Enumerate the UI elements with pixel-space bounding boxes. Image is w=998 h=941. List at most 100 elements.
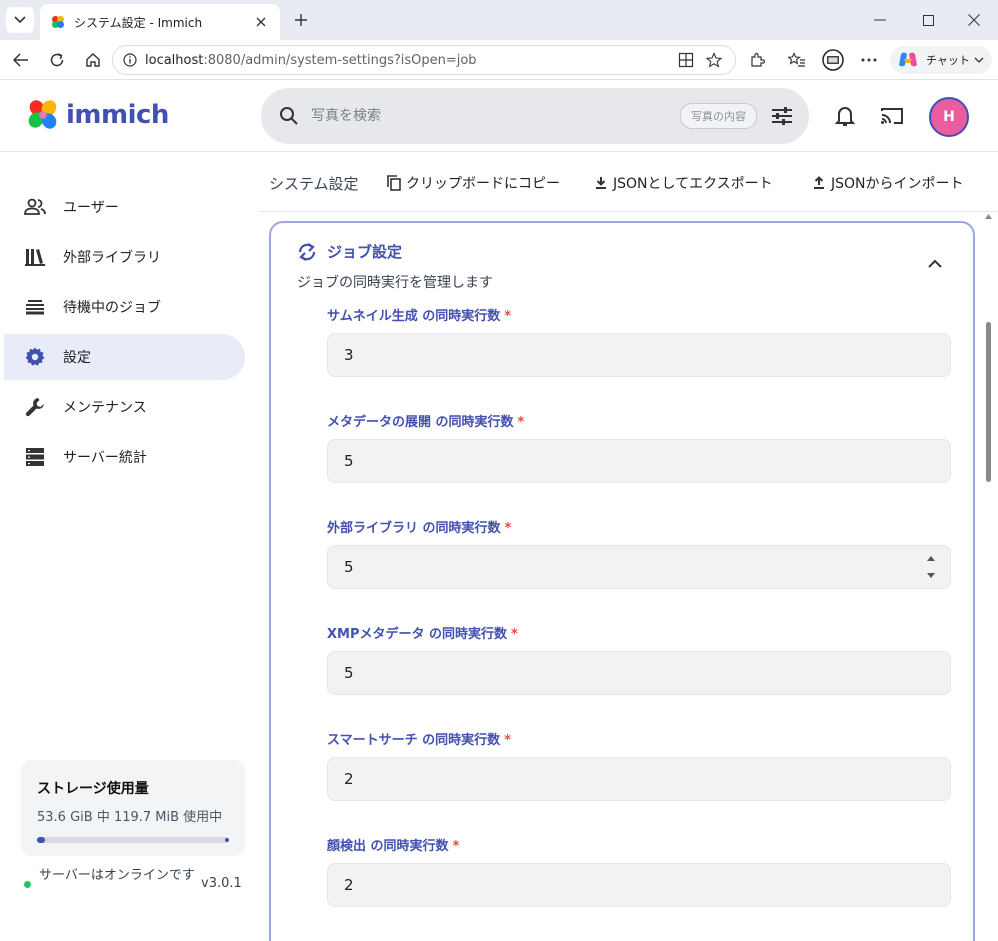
face-detection-concurrency-input[interactable]: 2 bbox=[327, 863, 951, 907]
import-label: JSONからインポート bbox=[831, 176, 964, 192]
copilot-icon bbox=[899, 52, 917, 67]
cast-icon[interactable] bbox=[878, 102, 906, 130]
export-label: JSONとしてエクスポート bbox=[613, 176, 773, 192]
chevron-down-icon bbox=[14, 16, 26, 24]
accordion-title: ジョブ設定 bbox=[327, 243, 403, 261]
xmp-concurrency-input[interactable]: 5 bbox=[327, 651, 951, 695]
sidebar-item-label: 外部ライブラリ bbox=[63, 250, 161, 266]
reload-icon bbox=[50, 53, 64, 67]
maximize-button[interactable] bbox=[908, 6, 948, 34]
browser-tab-bar: システム設定 - Immich bbox=[0, 0, 998, 40]
search-bar[interactable]: 写真の内容 bbox=[261, 88, 809, 144]
info-icon[interactable] bbox=[123, 53, 137, 67]
extensions-icon[interactable] bbox=[744, 48, 770, 72]
url-text: localhost:8080/admin/system-settings?isO… bbox=[145, 52, 477, 68]
xmp-concurrency-field: XMPメタデータ の同時実行数 * 5 bbox=[327, 623, 951, 695]
sidebar-item-label: 待機中のジョブ bbox=[63, 300, 161, 316]
face-detection-concurrency-field: 顔検出 の同時実行数 * 2 bbox=[327, 835, 951, 907]
content-scrollbar[interactable] bbox=[984, 212, 992, 941]
sidebar-item-label: メンテナンス bbox=[63, 400, 147, 416]
import-json-button[interactable]: JSONからインポート bbox=[811, 173, 964, 193]
user-avatar[interactable]: H bbox=[929, 97, 969, 137]
close-tab-icon[interactable] bbox=[252, 13, 270, 31]
scrollbar-thumb[interactable] bbox=[986, 322, 991, 482]
copilot-chat-button[interactable]: チャット bbox=[890, 46, 992, 74]
copy-label: クリップボードにコピー bbox=[406, 176, 560, 192]
back-button[interactable] bbox=[8, 48, 34, 72]
sidebar-item-label: ユーザー bbox=[63, 200, 119, 216]
storage-bar-end-dot bbox=[225, 838, 229, 842]
accordion-subtitle: ジョブの同時実行を管理します bbox=[297, 275, 493, 291]
browser-address-bar: localhost:8080/admin/system-settings?isO… bbox=[0, 40, 998, 80]
search-type-chip[interactable]: 写真の内容 bbox=[680, 103, 757, 129]
logo-text: immich bbox=[66, 100, 169, 130]
sidebar-item-users[interactable]: ユーザー bbox=[4, 184, 245, 230]
scroll-up-icon[interactable] bbox=[985, 214, 992, 219]
storage-usage-text: 53.6 GiB 中 119.7 MiB 使用中 bbox=[37, 810, 223, 825]
library-concurrency-input[interactable]: 5 bbox=[327, 545, 951, 589]
notifications-bell-icon[interactable] bbox=[831, 102, 859, 130]
reload-button[interactable] bbox=[44, 48, 70, 72]
search-icon[interactable] bbox=[279, 106, 299, 126]
tab-title: システム設定 - Immich bbox=[74, 15, 203, 30]
gear-icon bbox=[24, 346, 46, 368]
export-json-button[interactable]: JSONとしてエクスポート bbox=[593, 173, 773, 193]
number-stepper[interactable] bbox=[926, 556, 936, 578]
server-version[interactable]: v3.0.1 bbox=[201, 876, 242, 891]
sidebar-item-label: 設定 bbox=[63, 350, 91, 366]
search-input[interactable] bbox=[311, 108, 680, 124]
thumbnail-concurrency-field: サムネイル生成 の同時実行数 * 3 bbox=[327, 305, 951, 377]
library-icon bbox=[24, 246, 46, 268]
field-label: スマートサーチ の同時実行数 * bbox=[327, 733, 511, 748]
server-status-text: サーバーはオンラインです bbox=[39, 868, 195, 883]
metadata-concurrency-input[interactable]: 5 bbox=[327, 439, 951, 483]
storage-progress-fill bbox=[37, 837, 45, 843]
sidebar-item-server-stats[interactable]: サーバー統計 bbox=[4, 434, 245, 480]
smart-search-concurrency-input[interactable]: 2 bbox=[327, 757, 951, 801]
stepper-up-icon bbox=[927, 556, 935, 561]
sync-icon bbox=[297, 242, 317, 262]
maximize-icon bbox=[922, 14, 934, 26]
favorite-star-icon[interactable] bbox=[703, 49, 725, 71]
sidebar-item-maintenance[interactable]: メンテナンス bbox=[4, 384, 245, 430]
page-title: システム設定 bbox=[269, 175, 359, 193]
favorites-icon[interactable] bbox=[784, 48, 810, 72]
close-window-button[interactable] bbox=[954, 6, 994, 34]
storage-title: ストレージ使用量 bbox=[37, 781, 149, 797]
address-input[interactable]: localhost:8080/admin/system-settings?isO… bbox=[112, 45, 736, 75]
immich-logo-icon bbox=[28, 100, 57, 129]
arrow-left-icon bbox=[13, 53, 28, 67]
search-options-icon[interactable] bbox=[771, 106, 793, 126]
collapse-button[interactable] bbox=[923, 251, 947, 275]
field-label: 外部ライブラリ の同時実行数 * bbox=[327, 521, 512, 536]
storage-progress-bar bbox=[37, 837, 229, 843]
tab-list-button[interactable] bbox=[6, 7, 34, 33]
profile-avatar-icon[interactable] bbox=[820, 48, 846, 72]
field-label: サムネイル生成 の同時実行数 * bbox=[327, 309, 512, 324]
immich-logo[interactable]: immich bbox=[26, 98, 169, 132]
plus-icon bbox=[295, 14, 307, 26]
copy-to-clipboard-button[interactable]: クリップボードにコピー bbox=[386, 173, 560, 193]
chevron-down-icon bbox=[974, 57, 984, 63]
more-menu-icon[interactable] bbox=[856, 48, 882, 72]
browser-tab[interactable]: システム設定 - Immich bbox=[40, 4, 280, 40]
sidebar-item-job-queue[interactable]: 待機中のジョブ bbox=[4, 284, 245, 330]
sidebar-item-external-library[interactable]: 外部ライブラリ bbox=[4, 234, 245, 280]
field-label: XMPメタデータ の同時実行数 * bbox=[327, 627, 518, 642]
stepper-down-icon bbox=[927, 573, 935, 578]
accordion-header[interactable]: ジョブ設定 ジョブの同時実行を管理します bbox=[297, 241, 493, 292]
sidebar-item-settings[interactable]: 設定 bbox=[4, 334, 245, 380]
server-status: サーバーはオンラインです v3.0.1 bbox=[24, 866, 248, 891]
chevron-up-icon bbox=[928, 259, 942, 268]
close-icon bbox=[968, 14, 980, 26]
immich-favicon-icon bbox=[52, 16, 64, 28]
minimize-button[interactable] bbox=[860, 6, 900, 34]
home-button[interactable] bbox=[80, 48, 106, 72]
online-status-dot bbox=[24, 881, 31, 888]
new-tab-button[interactable] bbox=[288, 8, 314, 32]
smart-search-concurrency-field: スマートサーチ の同時実行数 * 2 bbox=[327, 729, 951, 801]
app-available-icon[interactable] bbox=[675, 49, 697, 71]
copilot-label: チャット bbox=[926, 54, 970, 67]
download-icon bbox=[593, 175, 609, 191]
thumbnail-concurrency-input[interactable]: 3 bbox=[327, 333, 951, 377]
